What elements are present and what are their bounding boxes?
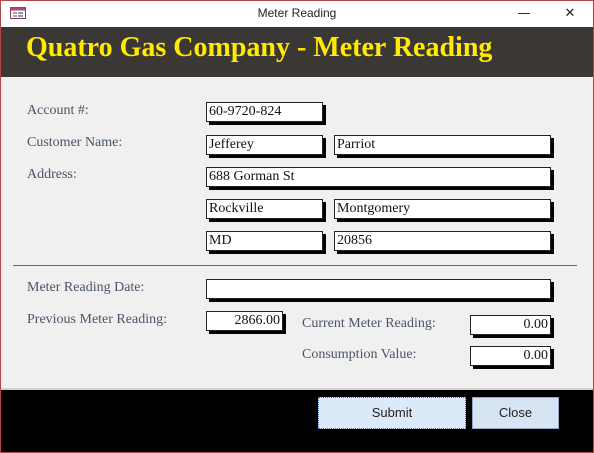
consumption-label: Consumption Value:: [302, 347, 417, 362]
customer-name-label: Customer Name:: [27, 135, 123, 150]
current-reading-label: Current Meter Reading:: [302, 316, 436, 331]
close-button[interactable]: Close: [472, 397, 559, 429]
title-bar: Meter Reading — ✕: [1, 1, 593, 27]
state-field[interactable]: MD: [206, 231, 323, 251]
section-divider: [13, 265, 577, 266]
page-title: Quatro Gas Company - Meter Reading: [26, 32, 493, 63]
submit-button[interactable]: Submit: [318, 397, 466, 429]
meter-reading-window: Meter Reading — ✕ Quatro Gas Company - M…: [0, 0, 594, 453]
form-header: Quatro Gas Company - Meter Reading: [1, 27, 593, 77]
zip-field[interactable]: 20856: [334, 231, 551, 251]
consumption-field[interactable]: 0.00: [470, 346, 551, 366]
previous-reading-field[interactable]: 2866.00: [206, 311, 283, 331]
previous-reading-label: Previous Meter Reading:: [27, 312, 167, 327]
city-field[interactable]: Rockville: [206, 199, 323, 219]
meter-reading-date-field[interactable]: [206, 279, 551, 299]
address-label: Address:: [27, 167, 77, 182]
current-reading-field[interactable]: 0.00: [470, 315, 551, 335]
minimize-icon: —: [517, 6, 531, 21]
account-field[interactable]: 60-9720-824: [206, 102, 323, 122]
close-icon: ✕: [564, 6, 576, 21]
meter-reading-date-label: Meter Reading Date:: [27, 280, 145, 295]
close-window-button[interactable]: ✕: [547, 1, 593, 27]
last-name-field[interactable]: Parriot: [334, 135, 551, 155]
address-field[interactable]: 688 Gorman St: [206, 167, 551, 187]
first-name-field[interactable]: Jefferey: [206, 135, 323, 155]
minimize-button[interactable]: —: [501, 1, 547, 27]
county-field[interactable]: Montgomery: [334, 199, 551, 219]
account-label: Account #:: [27, 103, 89, 118]
